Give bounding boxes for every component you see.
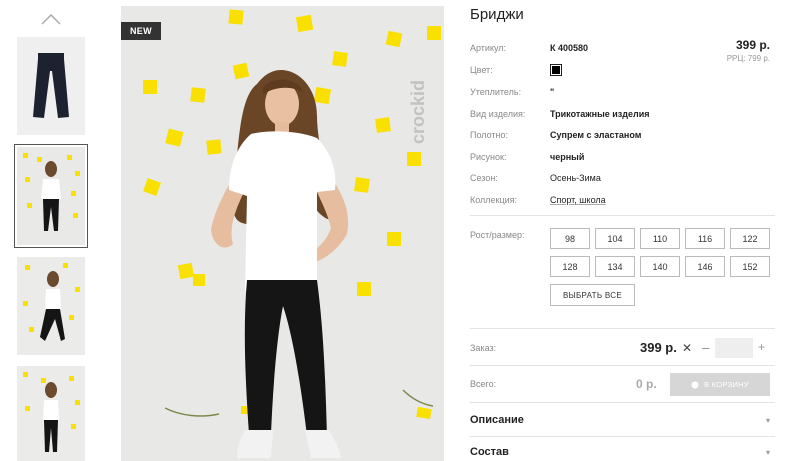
spec-label: Цвет: <box>470 65 493 75</box>
product-price: 399 р. <box>735 38 770 52</box>
svg-text:crockid: crockid <box>408 80 428 144</box>
thumbnail-1[interactable] <box>17 37 85 135</box>
color-swatch[interactable] <box>550 64 562 76</box>
spec-label: Вид изделия: <box>470 109 526 119</box>
select-all-sizes-button[interactable]: ВЫБРАТЬ ВСЕ <box>550 284 635 306</box>
size-button[interactable]: 98 <box>550 228 590 249</box>
spec-value: Супрем с эластаном <box>550 130 642 140</box>
size-label: Рост/размер: <box>470 230 525 240</box>
size-button[interactable]: 110 <box>640 228 680 249</box>
size-button[interactable]: 122 <box>730 228 770 249</box>
size-button[interactable]: 116 <box>685 228 725 249</box>
total-label: Всего: <box>470 379 497 389</box>
spec-label: Коллекция: <box>470 195 518 205</box>
spec-label: Сезон: <box>470 173 498 183</box>
size-button[interactable]: 128 <box>550 256 590 277</box>
spec-value: Осень-Зима <box>550 173 601 183</box>
thumbnail-4[interactable] <box>17 366 85 461</box>
size-button[interactable]: 134 <box>595 256 635 277</box>
chevron-up-icon[interactable] <box>40 12 62 26</box>
spec-value: черный <box>550 152 585 162</box>
cart-icon <box>691 381 699 388</box>
divider <box>470 365 775 366</box>
divider <box>470 215 775 216</box>
order-unit-price: 399 р. <box>640 340 677 355</box>
divider <box>470 328 775 329</box>
spec-label: Утеплитель: <box>470 87 522 97</box>
divider <box>470 402 775 403</box>
main-product-image[interactable] <box>121 6 444 461</box>
quantity-increase-button[interactable]: + <box>758 340 765 354</box>
spec-value: К 400580 <box>550 43 589 53</box>
recommended-retail-price: РРЦ: 799 р. <box>726 54 770 63</box>
spec-value: Трикотажные изделия <box>550 109 650 119</box>
total-value: 0 р. <box>636 377 657 391</box>
spec-label: Полотно: <box>470 130 509 140</box>
accordion-description[interactable]: Описание <box>470 414 524 426</box>
quantity-decrease-button[interactable]: – <box>702 340 709 355</box>
product-title: Бриджи <box>470 6 524 23</box>
spec-label: Артикул: <box>470 43 507 53</box>
order-label: Заказ: <box>470 343 497 353</box>
new-badge: NEW <box>121 22 161 40</box>
brand-logo: crockid <box>408 80 428 144</box>
size-button[interactable]: 146 <box>685 256 725 277</box>
add-to-cart-button[interactable]: В КОРЗИНУ <box>670 373 770 396</box>
collection-link[interactable]: Спорт, школа <box>550 195 606 205</box>
spec-label: Рисунок: <box>470 152 507 162</box>
accordion-composition[interactable]: Состав <box>470 446 509 458</box>
size-button[interactable]: 140 <box>640 256 680 277</box>
size-button[interactable]: 104 <box>595 228 635 249</box>
product-info-panel: Бриджи 399 р. РРЦ: 799 р. Артикул: К 400… <box>470 0 775 461</box>
spec-value: " <box>550 87 555 97</box>
thumbnail-2[interactable] <box>14 144 88 248</box>
size-button[interactable]: 152 <box>730 256 770 277</box>
multiply-sign: ✕ <box>682 341 693 355</box>
chevron-down-icon[interactable]: ▾ <box>766 448 770 457</box>
thumbnail-gallery <box>14 0 88 461</box>
add-to-cart-label: В КОРЗИНУ <box>704 380 749 389</box>
thumbnail-3[interactable] <box>17 257 85 355</box>
divider <box>470 436 775 437</box>
chevron-down-icon[interactable]: ▾ <box>766 416 770 425</box>
quantity-input[interactable] <box>715 338 753 358</box>
